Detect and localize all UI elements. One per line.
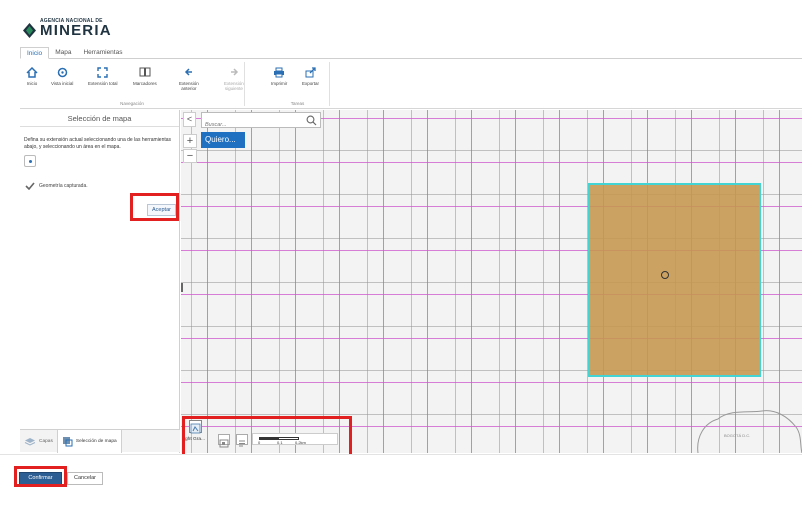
home-icon (26, 66, 38, 78)
bookmarks-button[interactable]: Marcadores (133, 66, 157, 86)
forward-arrow-icon (230, 68, 238, 76)
ribbon-body: Inicio Vista inicial Extensión total Mar… (20, 59, 802, 109)
tab-seleccion-de-mapa[interactable]: Selección de mapa (56, 430, 122, 453)
previous-extent-label: Extensión anterior (179, 81, 199, 91)
tab-mapa[interactable]: Mapa (49, 47, 77, 59)
selection-center-marker[interactable] (661, 271, 669, 279)
search-icon[interactable] (306, 115, 317, 126)
tab-seleccion-label: Selección de mapa (75, 439, 117, 444)
group-tareas: Imprimir Exportar Tareas (266, 62, 330, 106)
cancel-button[interactable]: Cancelar (67, 472, 103, 485)
search-input[interactable] (202, 118, 302, 132)
previous-extent-button[interactable]: Extensión anterior (179, 66, 199, 91)
highlight-accept-box (130, 193, 179, 221)
group-navegacion: Inicio Vista inicial Extensión total Mar… (20, 62, 245, 106)
checkmark-icon (25, 182, 35, 190)
home-label: Inicio (26, 81, 38, 86)
map-selection-panel: Selección de mapa Defina su extensión ac… (20, 110, 180, 453)
collapse-panel-button[interactable]: < (183, 112, 196, 127)
layers-icon (24, 438, 36, 446)
map-search-box (201, 112, 321, 132)
header: AGENCIA NACIONAL DE MINERIA (0, 0, 802, 46)
map-canvas[interactable]: < + − Quiero... BOGOTÁ D.C. ght Gra... (181, 110, 802, 453)
expand-icon (97, 66, 108, 78)
export-label: Exportar (302, 81, 320, 86)
print-button[interactable]: Imprimir (271, 66, 287, 86)
quiero-button[interactable]: Quiero... (201, 132, 245, 148)
group-navegacion-label: Navegación (120, 101, 144, 106)
tab-herramientas[interactable]: Herramientas (77, 47, 128, 59)
home-button[interactable]: Inicio (25, 66, 39, 86)
footer: Confirmar Cancelar (0, 454, 802, 509)
agency-logo: AGENCIA NACIONAL DE MINERIA (23, 18, 112, 38)
export-button[interactable]: Exportar (302, 66, 319, 86)
tab-capas-label: Capas (39, 439, 53, 444)
geometry-captured-status: Geometría capturada. (25, 182, 88, 190)
initial-view-label: Vista inicial (51, 81, 74, 86)
zoom-in-button[interactable]: + (183, 134, 197, 148)
zoom-out-button[interactable]: − (183, 149, 197, 163)
diamond-logo-icon (23, 23, 36, 38)
map-edge-marker (181, 283, 183, 292)
logo-big-text: MINERIA (40, 22, 112, 39)
terrain-outline: BOGOTÁ D.C. (697, 410, 802, 453)
panel-description: Defina su extensión actual seleccionando… (24, 137, 172, 150)
point-selection-tool-button[interactable] (24, 155, 36, 167)
full-extent-label: Extensión total (88, 81, 118, 86)
panel-tabs: Capas Selección de mapa (20, 429, 180, 453)
tab-capas[interactable]: Capas (20, 430, 57, 453)
next-extent-button[interactable]: Extensión siguiente (224, 66, 244, 91)
map-selection-icon (62, 437, 73, 447)
export-icon (305, 66, 316, 77)
refresh-icon (57, 67, 67, 77)
selected-area-polygon[interactable] (588, 183, 761, 377)
next-extent-label: Extensión siguiente (224, 81, 244, 91)
printer-icon (274, 67, 285, 77)
full-extent-button[interactable]: Extensión total (88, 66, 118, 86)
app-window: AGENCIA NACIONAL DE MINERIA Inicio Mapa … (0, 0, 802, 509)
ribbon-tabs: Inicio Mapa Herramientas (20, 47, 802, 59)
book-icon (139, 67, 151, 77)
point-icon (29, 160, 32, 163)
initial-view-button[interactable]: Vista inicial (51, 66, 73, 86)
geometry-captured-label: Geometría capturada. (39, 183, 88, 189)
group-tareas-label: Tareas (290, 101, 305, 106)
print-label: Imprimir (271, 81, 288, 86)
highlight-confirm-box (14, 466, 67, 487)
tab-inicio[interactable]: Inicio (20, 47, 50, 59)
back-arrow-icon (184, 68, 192, 76)
bookmarks-label: Marcadores (133, 81, 157, 86)
terrain-label: BOGOTÁ D.C. (724, 433, 750, 438)
panel-title: Selección de mapa (20, 110, 179, 127)
